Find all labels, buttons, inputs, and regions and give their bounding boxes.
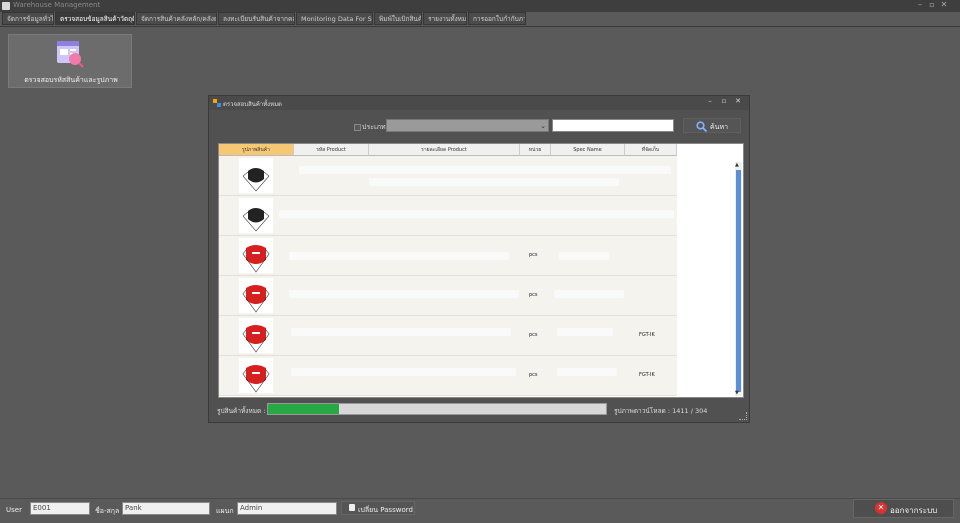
download-count: รูปภาพดาวน์โหลด : 1411 / 304: [614, 407, 708, 415]
change-password-label: เปลี่ยน Password: [358, 506, 413, 514]
dialog-icon: [213, 99, 221, 107]
user-field: E001: [30, 502, 90, 515]
logout-button[interactable]: ✕ ออกจากระบบ: [853, 499, 954, 518]
minimize-icon[interactable]: –: [914, 0, 926, 9]
search-button[interactable]: ค้นหา: [683, 118, 741, 133]
tab-reports[interactable]: รายงานทั้งหมด: [423, 12, 467, 25]
lock-icon: [349, 504, 355, 511]
scroll-down-icon[interactable]: ▼: [735, 390, 739, 396]
search-button-label: ค้นหา: [710, 123, 729, 131]
department-field: Admin: [237, 502, 337, 515]
product-image: [239, 358, 273, 393]
app-icon: [2, 2, 10, 10]
grid-header: รูปภาพสินค้า รหัส Product รายละเอียด Pro…: [219, 144, 677, 156]
product-image: [239, 238, 273, 273]
product-grid[interactable]: รูปภาพสินค้า รหัส Product รายละเอียด Pro…: [218, 143, 744, 398]
app-title: Warehouse Management: [13, 1, 101, 9]
progress-label: รูปสินค้าทั้งหมด :: [217, 407, 266, 415]
inspect-icon: [57, 41, 84, 68]
logout-label: ออกจากระบบ: [890, 506, 938, 515]
unit-cell: pcs: [529, 252, 538, 258]
product-image: [239, 318, 273, 353]
unit-cell: pcs: [529, 292, 538, 298]
tab-tax-invoice[interactable]: การออกใบกำกับภาษี: [468, 12, 526, 25]
category-label: ประเภท: [362, 123, 386, 131]
product-dialog: ตรวจสอบสินค้าทั้งหมด – ▫ ✕ ประเภท ⌄ ค้นหา …: [208, 95, 750, 423]
table-row[interactable]: pcs FGT-IK: [219, 356, 677, 396]
col-unit[interactable]: หน่วย: [520, 144, 551, 156]
col-spec-name[interactable]: Spec Name: [551, 144, 625, 156]
col-image[interactable]: รูปภาพสินค้า: [219, 144, 294, 156]
grid-scrollbar[interactable]: ▲ ▼: [735, 162, 742, 396]
product-image-check-tile[interactable]: ตรวจสอบรหัสสินค้าและรูปภาพ: [8, 34, 132, 88]
dialog-maximize-icon[interactable]: ▫: [717, 97, 731, 105]
resize-grip-icon[interactable]: [739, 412, 747, 420]
dialog-minimize-icon[interactable]: –: [703, 97, 717, 105]
change-password-button[interactable]: เปลี่ยน Password: [341, 501, 415, 515]
table-row[interactable]: pcs FGT-IK: [219, 316, 677, 356]
tab-print[interactable]: พิมพ์ใบเบิกสินค้า: [374, 12, 422, 25]
dialog-close-icon[interactable]: ✕: [731, 97, 745, 105]
unit-cell: pcs: [529, 332, 538, 338]
user-label: User: [6, 506, 22, 514]
product-image: [239, 278, 273, 313]
tab-product-check[interactable]: ตรวจสอบข้อมูลสินค้าวัตถุดิบ: [55, 12, 135, 25]
close-circle-icon: ✕: [875, 502, 887, 514]
name-label: ชื่อ-สกุล: [95, 507, 120, 515]
tab-general[interactable]: จัดการข้อมูลทั่วไป: [2, 12, 54, 25]
dialog-controls: – ▫ ✕: [703, 97, 745, 105]
tile-label: ตรวจสอบรหัสสินค้าและรูปภาพ: [24, 76, 118, 84]
scroll-up-icon[interactable]: ▲: [735, 162, 739, 168]
location-cell: FGT-IK: [639, 372, 655, 378]
category-select[interactable]: ⌄: [386, 119, 549, 132]
name-field: Pank: [122, 502, 210, 515]
table-row[interactable]: pcs: [219, 276, 677, 316]
close-icon[interactable]: ✕: [938, 0, 950, 9]
search-input[interactable]: [552, 119, 674, 132]
maximize-icon[interactable]: ▫: [926, 0, 938, 9]
unit-cell: pcs: [529, 372, 538, 378]
dialog-titlebar: ตรวจสอบสินค้าทั้งหมด – ▫ ✕: [209, 96, 749, 110]
window-titlebar: Warehouse Management – ▫ ✕: [0, 0, 960, 12]
status-bar: User E001 ชื่อ-สกุล Pank แผนก Admin เปลี…: [0, 498, 960, 523]
table-row[interactable]: pcs: [219, 236, 677, 276]
window-controls: – ▫ ✕: [914, 0, 950, 9]
department-label: แผนก: [216, 507, 234, 515]
product-image: [239, 198, 273, 233]
table-row[interactable]: [219, 196, 677, 236]
download-progress-bar: [267, 403, 607, 415]
col-product-detail[interactable]: รายละเอียด Product: [369, 144, 520, 156]
tab-warehouse[interactable]: จัดการสินค้าคลังหลัก/คลังย่อย: [136, 12, 217, 25]
main-tabs: จัดการข้อมูลทั่วไป ตรวจสอบข้อมูลสินค้าวั…: [2, 12, 960, 26]
tab-receive[interactable]: ลงทะเบียนรับสินค้าจากคลัง: [218, 12, 295, 25]
dialog-title: ตรวจสอบสินค้าทั้งหมด: [223, 101, 282, 108]
search-icon: [696, 121, 707, 132]
chevron-down-icon: ⌄: [540, 122, 546, 130]
progress-fill: [268, 404, 339, 414]
category-checkbox[interactable]: [354, 124, 361, 131]
table-row[interactable]: [219, 156, 677, 196]
location-cell: FGT-IK: [639, 332, 655, 338]
col-product-code[interactable]: รหัส Product: [294, 144, 369, 156]
product-image: [239, 158, 273, 193]
tab-monitoring[interactable]: Monitoring Data For Store: [296, 12, 373, 25]
scroll-thumb[interactable]: [736, 170, 741, 392]
col-location[interactable]: ที่จัดเก็บ: [625, 144, 677, 156]
